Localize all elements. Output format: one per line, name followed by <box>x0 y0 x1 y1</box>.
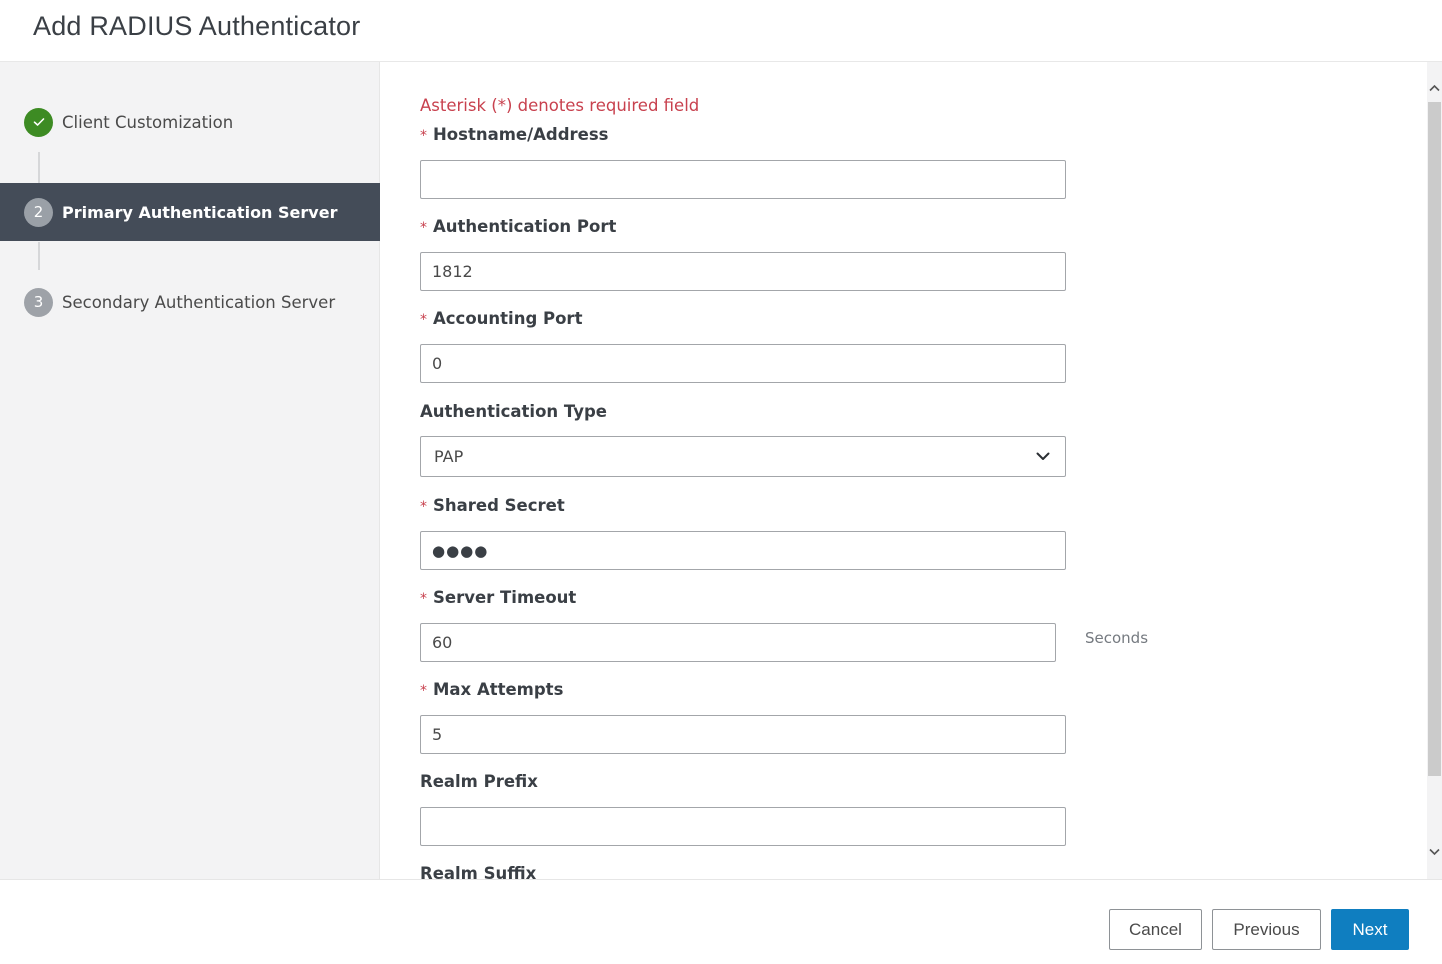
step-secondary-authentication-server[interactable]: 3 Secondary Authentication Server <box>0 273 380 331</box>
content-scrollbar[interactable] <box>1427 62 1442 879</box>
max-attempts-label: * Max Attempts <box>420 680 564 699</box>
max-attempts-input[interactable]: 5 <box>420 715 1066 754</box>
hostname-label: * Hostname/Address <box>420 125 609 144</box>
scrollbar-thumb[interactable] <box>1428 102 1441 776</box>
realm-suffix-label: Realm Suffix <box>420 864 537 879</box>
step-primary-authentication-server[interactable]: 2 Primary Authentication Server <box>0 183 380 241</box>
accounting-port-input[interactable]: 0 <box>420 344 1066 383</box>
dialog-header: Add RADIUS Authenticator <box>0 0 1442 62</box>
masked-password: ●●●● <box>432 541 489 560</box>
realm-prefix-input[interactable] <box>420 807 1066 846</box>
scroll-down-icon[interactable] <box>1428 845 1441 858</box>
authentication-type-select[interactable]: PAP <box>420 436 1066 477</box>
authentication-port-label: * Authentication Port <box>420 217 617 236</box>
shared-secret-label: * Shared Secret <box>420 496 565 515</box>
form-content: Asterisk (*) denotes required field * Hos… <box>381 62 1427 879</box>
step-client-customization[interactable]: Client Customization <box>0 93 380 151</box>
step-connector <box>38 152 40 184</box>
shared-secret-input[interactable]: ●●●● <box>420 531 1066 570</box>
required-field-note: Asterisk (*) denotes required field <box>420 96 700 115</box>
required-marker: * <box>420 499 427 515</box>
accounting-port-label: * Accounting Port <box>420 309 583 328</box>
required-marker: * <box>420 220 427 236</box>
required-marker: * <box>420 591 427 607</box>
previous-button[interactable]: Previous <box>1212 909 1321 950</box>
step-number-badge: 2 <box>24 197 53 227</box>
authentication-type-label: Authentication Type <box>420 402 607 421</box>
dialog-footer: Cancel Previous Next <box>0 879 1442 964</box>
step-number-badge: 3 <box>24 287 53 317</box>
server-timeout-unit: Seconds <box>1085 629 1149 647</box>
chevron-down-icon <box>1036 452 1050 460</box>
realm-prefix-label: Realm Prefix <box>420 772 538 791</box>
server-timeout-label: * Server Timeout <box>420 588 577 607</box>
authentication-port-input[interactable]: 1812 <box>420 252 1066 291</box>
step-label: Secondary Authentication Server <box>62 292 336 312</box>
step-connector <box>38 242 40 270</box>
required-marker: * <box>420 683 427 699</box>
wizard-steps-sidebar: Client Customization 2 Primary Authentic… <box>0 62 380 879</box>
scroll-up-icon[interactable] <box>1428 82 1441 95</box>
authentication-type-value: PAP <box>434 447 464 466</box>
check-icon <box>24 107 53 137</box>
step-label: Primary Authentication Server <box>62 202 338 222</box>
next-button[interactable]: Next <box>1331 909 1409 950</box>
step-label: Client Customization <box>62 112 234 132</box>
server-timeout-input[interactable]: 60 <box>420 623 1056 662</box>
dialog-title: Add RADIUS Authenticator <box>33 11 361 41</box>
required-marker: * <box>420 312 427 328</box>
hostname-input[interactable] <box>420 160 1066 199</box>
required-marker: * <box>420 128 427 144</box>
cancel-button[interactable]: Cancel <box>1109 909 1202 950</box>
